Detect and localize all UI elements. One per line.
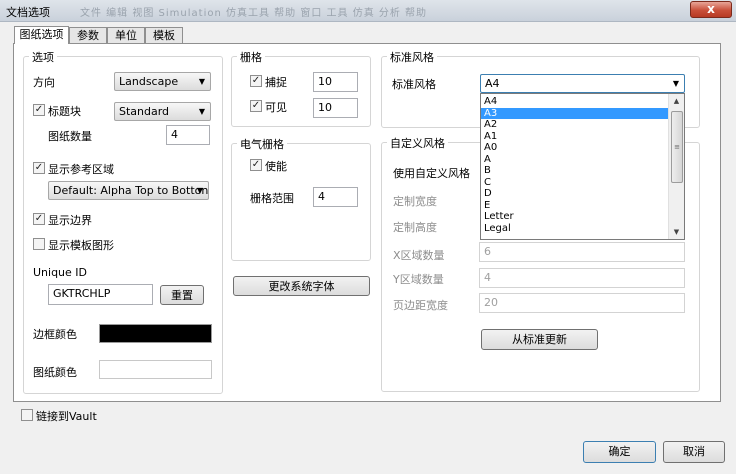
update-from-standard-button[interactable]: 从标准更新: [481, 329, 598, 350]
electrical-grid-legend: 电气栅格: [237, 136, 287, 152]
list-item[interactable]: A2: [481, 119, 669, 131]
title-block-label: 标题块: [48, 105, 81, 118]
x-zones-input[interactable]: 6: [479, 242, 685, 262]
show-template-label: 显示模板图形: [48, 239, 114, 252]
grid-legend: 栅格: [237, 49, 265, 65]
chevron-down-icon: ▼: [672, 79, 679, 88]
list-item[interactable]: A3: [481, 107, 669, 119]
tab-sheet-options[interactable]: 图纸选项: [14, 26, 69, 44]
custom-height-label: 定制高度: [393, 221, 437, 234]
reset-button[interactable]: 重置: [160, 285, 204, 305]
reference-zone-value: Default: Alpha Top to Botton: [53, 184, 209, 197]
snap-label: 捕捉: [265, 76, 287, 89]
orientation-value: Landscape: [119, 75, 179, 88]
chevron-down-icon: ▼: [196, 186, 203, 195]
tab-templates[interactable]: 模板: [145, 27, 183, 44]
list-item[interactable]: E: [481, 200, 669, 212]
tab-parameters[interactable]: 参数: [69, 27, 107, 44]
show-template-checkbox[interactable]: [33, 238, 45, 250]
orientation-select[interactable]: Landscape ▼: [114, 72, 211, 91]
standard-style-select[interactable]: A4 ▼: [480, 74, 685, 93]
electrical-enable-label: 使能: [265, 160, 287, 173]
list-item[interactable]: A4: [481, 96, 669, 108]
link-vault-label: 链接到Vault: [36, 410, 97, 423]
list-item[interactable]: B: [481, 165, 669, 177]
show-border-label: 显示边界: [48, 214, 92, 227]
use-custom-style-label[interactable]: 使用自定义风格: [393, 165, 470, 181]
tab-units[interactable]: 单位: [107, 27, 145, 44]
grid-range-input[interactable]: 4: [313, 187, 358, 207]
close-button[interactable]: x: [690, 1, 732, 18]
chevron-down-icon: ▼: [198, 77, 205, 86]
custom-width-label: 定制宽度: [393, 195, 437, 208]
custom-style-legend: 自定义风格: [387, 135, 448, 151]
visible-label: 可见: [265, 101, 287, 114]
scrollbar-thumb[interactable]: ≡: [671, 111, 683, 183]
options-legend: 选项: [29, 49, 57, 65]
border-color-label: 边框颜色: [33, 328, 77, 341]
x-zones-label: X区域数量: [393, 249, 445, 262]
scroll-up-arrow-icon[interactable]: ▲: [669, 94, 684, 108]
scroll-down-arrow-icon[interactable]: ▼: [669, 225, 684, 239]
link-vault-checkbox[interactable]: [21, 409, 33, 421]
electrical-enable-checkbox[interactable]: ✓: [250, 159, 262, 171]
visible-input[interactable]: 10: [313, 98, 358, 118]
snap-checkbox[interactable]: ✓: [250, 75, 262, 87]
y-zones-input[interactable]: 4: [479, 268, 685, 288]
sheet-count-label: 图纸数量: [48, 130, 92, 143]
sheet-color-label: 图纸颜色: [33, 366, 77, 379]
chevron-down-icon: ▼: [198, 107, 205, 116]
standard-style-value: A4: [485, 77, 500, 90]
title-block-select[interactable]: Standard ▼: [114, 102, 211, 121]
show-reference-checkbox[interactable]: ✓: [33, 162, 45, 174]
margin-width-input[interactable]: 20: [479, 293, 685, 313]
list-item[interactable]: A: [481, 154, 669, 166]
list-item[interactable]: D: [481, 188, 669, 200]
dropdown-scrollbar[interactable]: ▲ ≡ ▼: [668, 94, 684, 239]
standard-style-dropdown-list[interactable]: A4 A3 A2 A1 A0 A B C D E Letter Legal ▲ …: [480, 93, 685, 240]
ok-button[interactable]: 确定: [583, 441, 656, 463]
standard-style-legend: 标准风格: [387, 49, 437, 65]
unique-id-label: Unique ID: [33, 266, 88, 279]
y-zones-label: Y区域数量: [393, 273, 444, 286]
border-color-swatch[interactable]: [99, 324, 212, 343]
background-menu-ghost: 文件 编辑 视图 Simulation 仿真工具 帮助 窗口 工具 仿真 分析 …: [80, 8, 428, 19]
cancel-button[interactable]: 取消: [663, 441, 725, 463]
list-item[interactable]: Letter: [481, 211, 669, 223]
snap-input[interactable]: 10: [313, 72, 358, 92]
sheet-count-input[interactable]: 4: [166, 125, 210, 145]
title-block-checkbox[interactable]: ✓: [33, 104, 45, 116]
show-reference-label: 显示参考区域: [48, 163, 114, 176]
list-item[interactable]: A0: [481, 142, 669, 154]
margin-width-label: 页边距宽度: [393, 299, 448, 312]
list-item[interactable]: Legal: [481, 223, 669, 235]
list-item[interactable]: A1: [481, 131, 669, 143]
sheet-color-swatch[interactable]: [99, 360, 212, 379]
show-border-checkbox[interactable]: ✓: [33, 213, 45, 225]
list-item[interactable]: C: [481, 177, 669, 189]
reference-zone-select[interactable]: Default: Alpha Top to Botton ▼: [48, 181, 209, 200]
change-system-font-button[interactable]: 更改系统字体: [233, 276, 370, 296]
visible-checkbox[interactable]: ✓: [250, 100, 262, 112]
unique-id-input[interactable]: GKTRCHLP: [48, 284, 153, 305]
grid-range-label: 栅格范围: [250, 192, 294, 205]
title-block-value: Standard: [119, 105, 170, 118]
orientation-label: 方向: [33, 76, 55, 89]
standard-style-label: 标准风格: [392, 78, 436, 91]
window-title: 文档选项: [6, 6, 50, 19]
